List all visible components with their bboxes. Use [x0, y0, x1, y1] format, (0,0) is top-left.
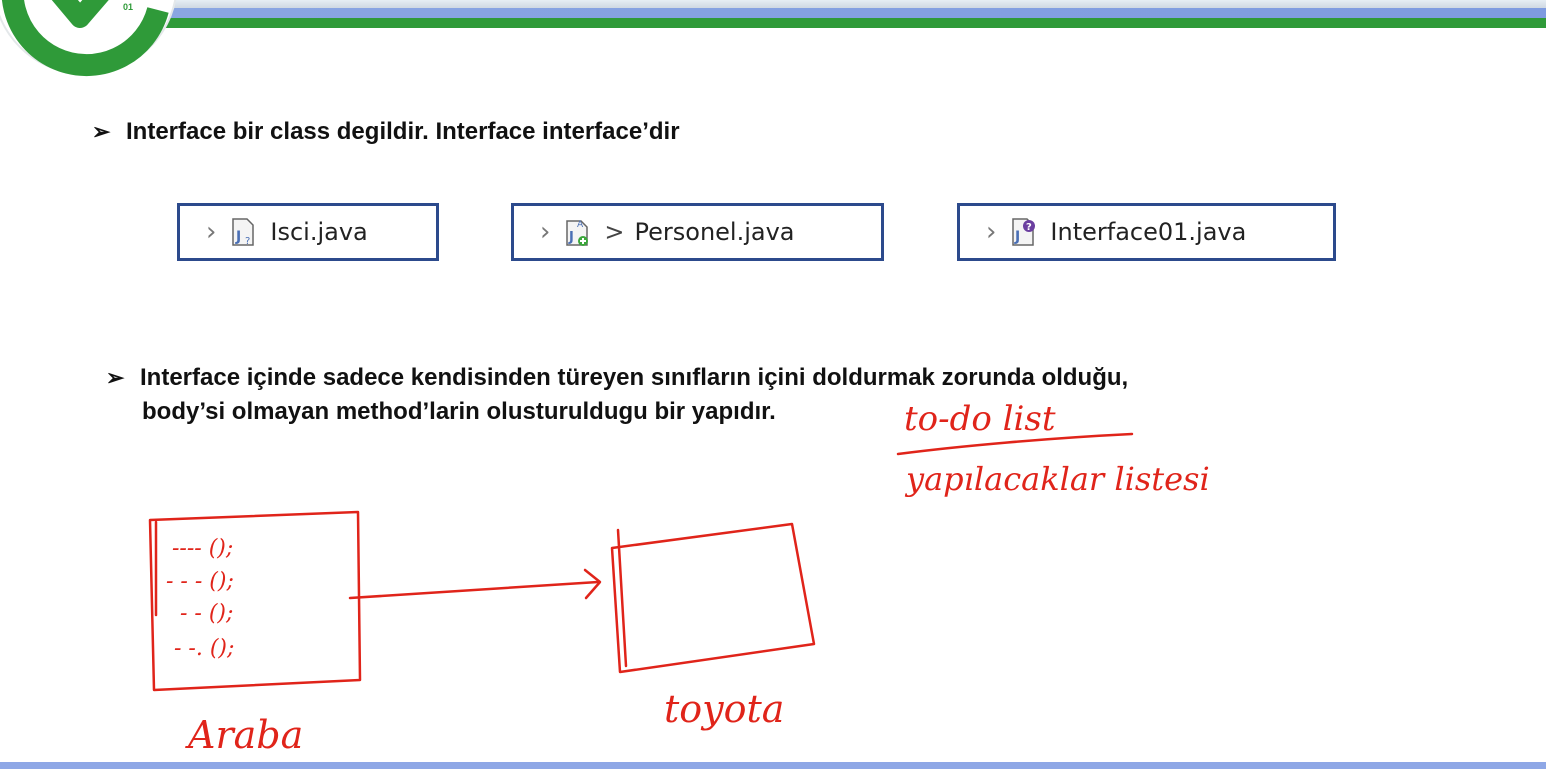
method-line: - -. (); — [174, 636, 234, 661]
araba-label: Araba — [185, 713, 303, 757]
method-line: ---- (); — [172, 536, 233, 561]
method-line: - - (); — [180, 601, 233, 626]
handwritten-annotations: to-do list yapılacaklar listesi ---- ();… — [148, 399, 1210, 757]
footer-bar — [0, 762, 1546, 769]
todo-annotation: to-do list — [904, 399, 1056, 439]
toyota-label: toyota — [664, 687, 784, 731]
arrow-line — [348, 580, 600, 600]
method-line: - - - (); — [166, 569, 234, 594]
toyota-box — [610, 522, 816, 674]
arrowhead — [583, 568, 602, 600]
yapilacaklar-annotation: yapılacaklar listesi — [904, 460, 1210, 498]
